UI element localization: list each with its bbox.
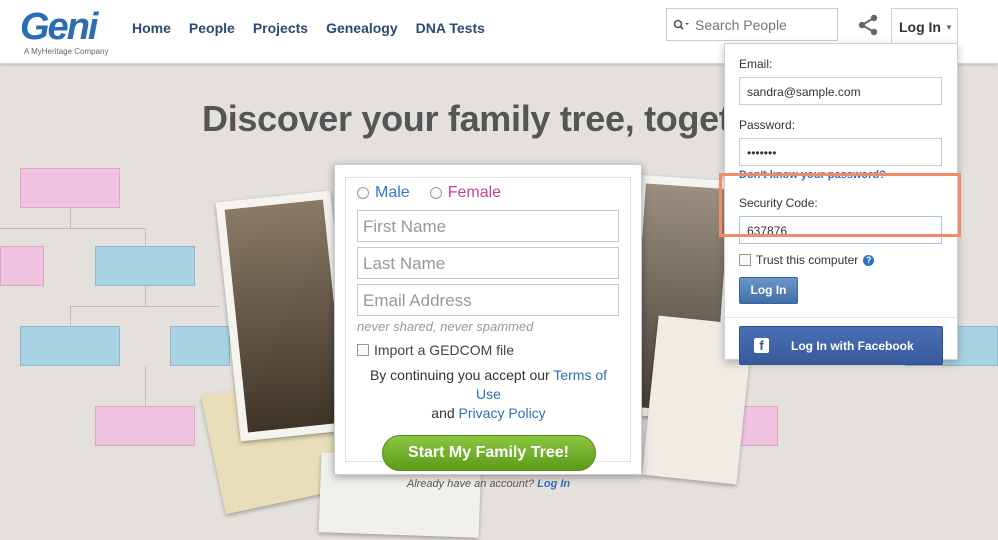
nav-home[interactable]: Home <box>132 19 171 37</box>
search-icon[interactable] <box>667 19 695 31</box>
share-icon[interactable] <box>857 13 879 37</box>
search-input[interactable] <box>695 16 830 33</box>
tree-node <box>20 168 120 208</box>
gender-selector: Male Female <box>357 184 620 202</box>
facebook-icon: f <box>754 338 769 353</box>
gedcom-checkbox[interactable] <box>357 344 369 356</box>
terms-and: and <box>431 405 455 421</box>
nav-people[interactable]: People <box>189 19 235 37</box>
logo-wordmark: Geni <box>20 6 98 48</box>
terms-prefix: By continuing you accept our <box>369 367 550 383</box>
tree-node <box>95 406 195 446</box>
email-hint: never shared, never spammed <box>357 319 534 334</box>
already-account-text: Already have an account? Log In <box>357 478 620 490</box>
search-box[interactable] <box>666 8 838 41</box>
male-label[interactable]: Male <box>375 184 410 202</box>
signup-card: Male Female First Name Last Name Email A… <box>334 164 642 490</box>
facebook-login-label: Log In with Facebook <box>791 338 914 353</box>
gedcom-label: Import a GEDCOM file <box>374 342 515 358</box>
start-family-tree-button[interactable]: Start My Family Tree! <box>381 435 596 471</box>
terms-text: By continuing you accept our Terms of Us… <box>357 366 620 423</box>
login-password-input[interactable]: ••••••• <box>739 138 942 166</box>
main-nav: Home People Projects Genealogy DNA Tests <box>132 19 503 37</box>
trust-computer-checkbox[interactable] <box>739 254 751 266</box>
email-label: Email: <box>739 57 773 71</box>
tree-node <box>0 246 44 286</box>
privacy-policy-link[interactable]: Privacy Policy <box>459 405 546 421</box>
tree-node <box>170 326 230 366</box>
trust-computer-label: Trust this computer <box>756 253 859 267</box>
facebook-login-button[interactable]: f Log In with Facebook <box>739 326 943 365</box>
nav-projects[interactable]: Projects <box>253 19 308 37</box>
last-name-field[interactable]: Last Name <box>357 247 619 279</box>
login-email-input[interactable]: sandra@sample.com <box>739 77 942 105</box>
logo-tagline: A MyHeritage Company <box>24 47 109 56</box>
email-address-field[interactable]: Email Address <box>357 284 619 316</box>
nav-dna-tests[interactable]: DNA Tests <box>416 19 485 37</box>
security-code-highlight <box>719 173 961 237</box>
dropdown-divider <box>725 317 957 318</box>
caret-down-icon: ▼ <box>945 23 953 32</box>
nav-genealogy[interactable]: Genealogy <box>326 19 398 37</box>
question-icon[interactable]: ? <box>863 254 875 266</box>
first-name-field[interactable]: First Name <box>357 210 619 242</box>
geni-logo[interactable]: Geni A MyHeritage Company <box>20 8 120 56</box>
login-label: Log In <box>899 19 941 35</box>
header-login-button[interactable]: Log In ▼ <box>891 8 958 44</box>
already-text: Already have an account? <box>406 478 535 490</box>
hero-headline: Discover your family tree, toget <box>202 98 731 139</box>
female-label[interactable]: Female <box>448 184 501 202</box>
password-label: Password: <box>739 118 796 132</box>
male-radio[interactable] <box>357 187 369 199</box>
tree-node <box>95 246 195 286</box>
female-radio[interactable] <box>429 187 442 199</box>
card-login-link[interactable]: Log In <box>537 478 570 490</box>
tree-node <box>20 326 120 366</box>
dropdown-login-button[interactable]: Log In <box>739 277 798 304</box>
